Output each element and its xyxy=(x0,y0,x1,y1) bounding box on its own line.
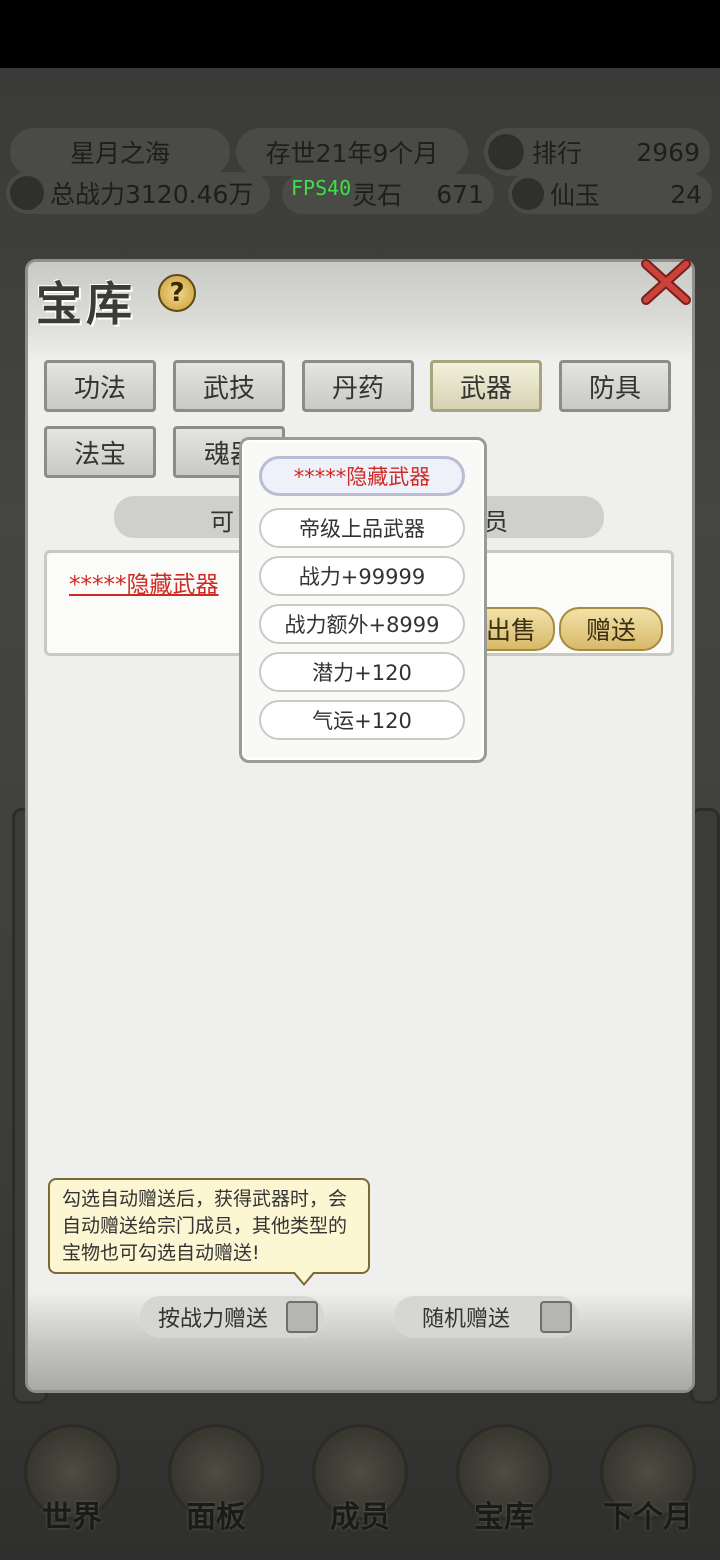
attr-luck: 气运+120 xyxy=(259,700,465,740)
rank-label: 排行 xyxy=(532,139,583,168)
power-icon xyxy=(10,176,44,210)
nav-panel[interactable]: 面板 xyxy=(156,1424,276,1554)
close-icon xyxy=(641,259,691,305)
random-gift-option[interactable]: 随机赠送 xyxy=(394,1296,578,1338)
nav-next-month-label: 下个月 xyxy=(603,1500,693,1535)
tooltip-arrow-inner xyxy=(294,1271,314,1283)
background-panel-right xyxy=(690,808,720,1404)
ribbon-text-right: 员 xyxy=(484,508,508,536)
gift-button[interactable]: 赠送 xyxy=(559,607,663,651)
status-bar xyxy=(0,0,720,68)
fps-counter: FPS40 xyxy=(291,176,352,200)
gift-by-power-checkbox[interactable] xyxy=(286,1301,318,1333)
jade-label: 仙玉 xyxy=(550,181,601,210)
nav-treasury[interactable]: 宝库 xyxy=(444,1424,564,1554)
dialog-title: 宝库 xyxy=(36,277,136,331)
rank-value: 2969 xyxy=(636,137,700,167)
nav-members-label: 成员 xyxy=(330,1500,390,1535)
rank-icon xyxy=(488,134,524,170)
tab-armor[interactable]: 防具 xyxy=(559,360,671,412)
nav-next-month[interactable]: 下个月 xyxy=(588,1424,708,1554)
jade-value: 24 xyxy=(670,179,702,209)
rank-pill[interactable]: 排行 2969 xyxy=(484,128,710,176)
bottom-nav: 世界 面板 成员 宝库 下个月 xyxy=(0,1424,720,1560)
era-text: 存世21年9个月 xyxy=(265,139,439,168)
jade-icon xyxy=(512,178,544,210)
gift-by-power-option[interactable]: 按战力赠送 xyxy=(140,1296,324,1338)
attr-power: 战力+99999 xyxy=(259,556,465,596)
close-button[interactable] xyxy=(636,252,696,312)
tab-fabao[interactable]: 法宝 xyxy=(44,426,156,478)
location-name: 星月之海 xyxy=(69,139,170,168)
nav-treasury-label: 宝库 xyxy=(474,1500,534,1535)
location-pill: 星月之海 xyxy=(10,128,230,176)
attr-item-name: *****隐藏武器 xyxy=(259,456,465,496)
nav-world[interactable]: 世界 xyxy=(12,1424,132,1554)
treasury-dialog: 宝库 ? 功法 武技 丹药 武器 防具 法宝 魂器 可 员 *****隐藏武器 … xyxy=(28,259,692,1390)
power-pill: 总战力3120.46万 xyxy=(6,172,270,214)
jade-pill: 仙玉 24 xyxy=(508,174,712,214)
nav-members[interactable]: 成员 xyxy=(300,1424,420,1554)
item-attribute-popup: *****隐藏武器 帝级上品武器 战力+99999 战力额外+8999 潜力+1… xyxy=(239,437,487,763)
gift-by-power-label: 按战力赠送 xyxy=(158,1307,269,1332)
era-pill: 存世21年9个月 xyxy=(236,128,468,176)
attr-potential: 潜力+120 xyxy=(259,652,465,692)
attr-grade: 帝级上品武器 xyxy=(259,508,465,548)
item-name-link[interactable]: *****隐藏武器 xyxy=(69,565,219,599)
tab-danyao[interactable]: 丹药 xyxy=(302,360,414,412)
random-gift-checkbox[interactable] xyxy=(540,1301,572,1333)
stone-value: 671 xyxy=(436,179,484,209)
stone-label: 灵石 xyxy=(352,181,403,210)
nav-world-label: 世界 xyxy=(42,1500,102,1535)
help-icon[interactable]: ? xyxy=(158,274,196,312)
total-power: 总战力3120.46万 xyxy=(50,180,254,209)
dialog-footer-decoration xyxy=(28,1292,692,1390)
nav-panel-label: 面板 xyxy=(186,1500,246,1535)
tab-weapon[interactable]: 武器 xyxy=(430,360,542,412)
tab-wuji[interactable]: 武技 xyxy=(173,360,285,412)
attr-extra-power: 战力额外+8999 xyxy=(259,604,465,644)
auto-gift-tooltip: 勾选自动赠送后，获得武器时，会自动赠送给宗门成员，其他类型的宝物也可勾选自动赠送… xyxy=(48,1178,370,1274)
random-gift-label: 随机赠送 xyxy=(422,1307,511,1332)
ribbon-text-left: 可 xyxy=(210,508,234,536)
tab-gongfa[interactable]: 功法 xyxy=(44,360,156,412)
